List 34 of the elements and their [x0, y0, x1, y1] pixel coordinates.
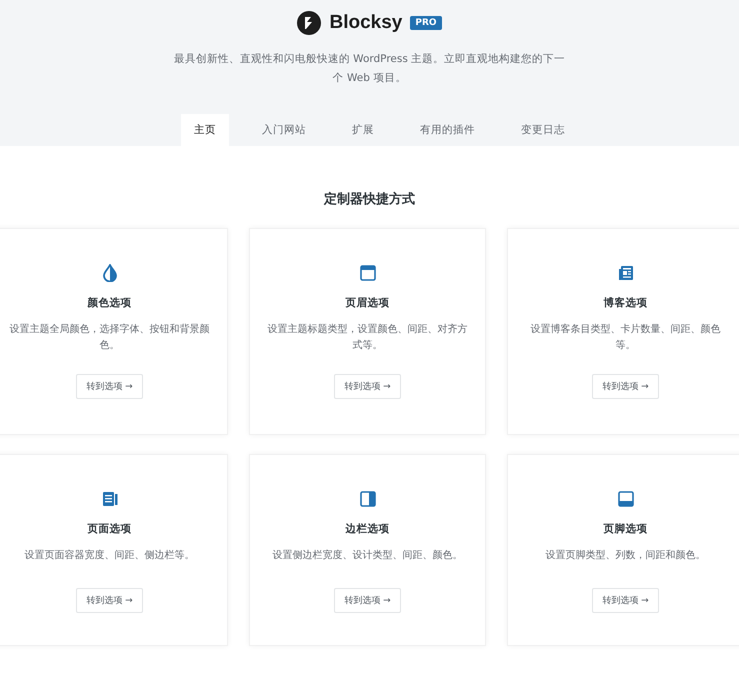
- card-title: 边栏选项: [346, 522, 390, 536]
- card-description: 设置主题标题类型，设置颜色、间距、对齐方式等。: [266, 322, 468, 353]
- card-title: 页脚选项: [604, 522, 648, 536]
- footer-layout-icon: [618, 490, 634, 508]
- card-description: 设置博客条目类型、卡片数量、间距、颜色等。: [530, 322, 722, 353]
- card-title: 博客选项: [604, 296, 648, 310]
- tagline: 最具创新性、直观性和闪电般快速的 WordPress 主题。立即直观地构建您的下一个 Web 项目。: [172, 52, 566, 86]
- pro-badge: PRO: [410, 16, 442, 30]
- brand-name: Blocksy: [329, 12, 402, 34]
- browser-window-icon: [360, 264, 376, 282]
- tab[interactable]: 扩展: [339, 114, 387, 146]
- tab[interactable]: 有用的插件: [407, 114, 488, 146]
- go-to-options-button[interactable]: 转到选项 →: [592, 588, 659, 613]
- tab[interactable]: 变更日志: [508, 114, 578, 146]
- card-title: 页眉选项: [346, 296, 390, 310]
- go-to-options-button[interactable]: 转到选项 →: [76, 588, 143, 613]
- card-description: 设置侧边栏宽度、设计类型、间距、颜色。: [272, 548, 464, 563]
- tab[interactable]: 主页: [181, 114, 229, 146]
- newspaper-icon: [618, 264, 634, 282]
- go-to-options-button[interactable]: 转到选项 →: [592, 374, 659, 399]
- go-to-options-button[interactable]: 转到选项 →: [334, 588, 401, 613]
- section-title: 定制器快捷方式: [322, 190, 416, 208]
- document-icon: [102, 490, 118, 508]
- card-description: 设置页脚类型、列数，间距和颜色。: [544, 548, 706, 563]
- card-description: 设置主题全局颜色，选择字体、按钮和背景颜色。: [8, 322, 210, 353]
- sidebar-layout-icon: [360, 490, 376, 508]
- card-title: 页面选项: [88, 522, 132, 536]
- tab[interactable]: 入门网站: [249, 114, 319, 146]
- go-to-options-button[interactable]: 转到选项 →: [334, 374, 401, 399]
- drop-icon: [102, 264, 118, 282]
- logo-icon: [297, 11, 322, 35]
- card-title: 颜色选项: [88, 296, 132, 310]
- go-to-options-button[interactable]: 转到选项 →: [76, 374, 143, 399]
- card-description: 设置页面容器宽度、间距、侧边栏等。: [24, 548, 196, 563]
